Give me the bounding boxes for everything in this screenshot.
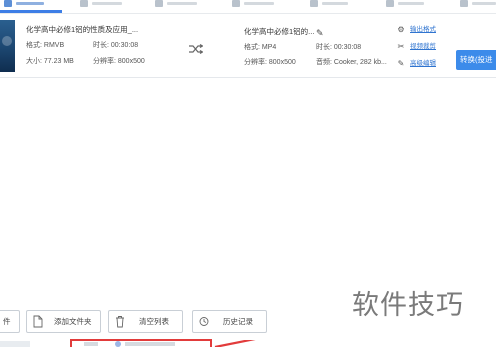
tab-1-label [16, 2, 44, 5]
tab-5-icon [310, 0, 318, 7]
source-resolution: 分辨率: 800x500 [93, 58, 145, 65]
clock-icon [199, 317, 209, 326]
rename-pencil-icon[interactable]: ✎ [316, 28, 324, 38]
tab-2-icon [80, 0, 88, 7]
highlight-box [70, 339, 212, 347]
history-button[interactable]: 历史记录 [192, 310, 267, 333]
clear-list-button[interactable]: 清空列表 [108, 310, 183, 333]
add-file-label: 件 [3, 317, 11, 326]
folder-add-icon [33, 315, 43, 328]
output-format-icon: ⚙ [397, 25, 405, 34]
source-format: 格式: RMVB [26, 42, 65, 49]
add-folder-button[interactable]: 添加文件夹 [26, 310, 101, 333]
tab-5-label [322, 2, 348, 5]
watermark: 软件技巧 [346, 283, 496, 347]
output-resolution: 分辨率: 800x500 [244, 59, 296, 66]
history-label: 历史记录 [223, 317, 253, 326]
tab-7-label [472, 2, 496, 5]
tab-1-icon [4, 0, 12, 7]
video-thumbnail[interactable] [0, 20, 15, 72]
source-file-name: 化学高中必修1铝的性质及应用_... [26, 25, 139, 34]
file-list-row[interactable]: 化学高中必修1铝的性质及应用_... 格式: RMVB 时长: 00:30:08… [0, 14, 496, 78]
tab-6-icon [386, 0, 394, 7]
edit-icon: ✎ [397, 59, 405, 68]
tab-7-icon [460, 0, 468, 7]
source-duration: 时长: 00:30:08 [93, 42, 139, 49]
convert-arrow-icon [189, 44, 203, 54]
tab-6-label [398, 2, 424, 5]
clear-list-label: 清空列表 [139, 317, 169, 326]
add-file-button[interactable]: 件 [0, 310, 20, 333]
watermark-text: 软件技巧 [352, 290, 464, 321]
scissors-icon: ✂ [397, 42, 405, 51]
output-audio: 音频: Cooker, 282 kb... [316, 59, 387, 66]
tab-bar [0, 0, 496, 14]
tab-4-label [244, 2, 274, 5]
add-folder-label: 添加文件夹 [54, 317, 92, 326]
output-file-name: 化学高中必修1铝的... [244, 27, 315, 36]
convert-button[interactable]: 转换(投进 [456, 50, 496, 70]
video-trim-link[interactable]: 视频裁剪 [410, 43, 436, 51]
output-format: 格式: MP4 [244, 44, 277, 51]
tab-4-icon [232, 0, 240, 7]
tab-3-label [167, 2, 197, 5]
output-format-link[interactable]: 输出格式 [410, 26, 436, 34]
tab-2-label [92, 2, 122, 5]
trash-icon [116, 316, 124, 328]
output-duration: 时长: 00:30:08 [316, 44, 362, 51]
advanced-edit-link[interactable]: 高级编辑 [410, 60, 436, 68]
source-size: 大小: 77.23 MB [26, 58, 74, 65]
tab-3-icon [155, 0, 163, 7]
